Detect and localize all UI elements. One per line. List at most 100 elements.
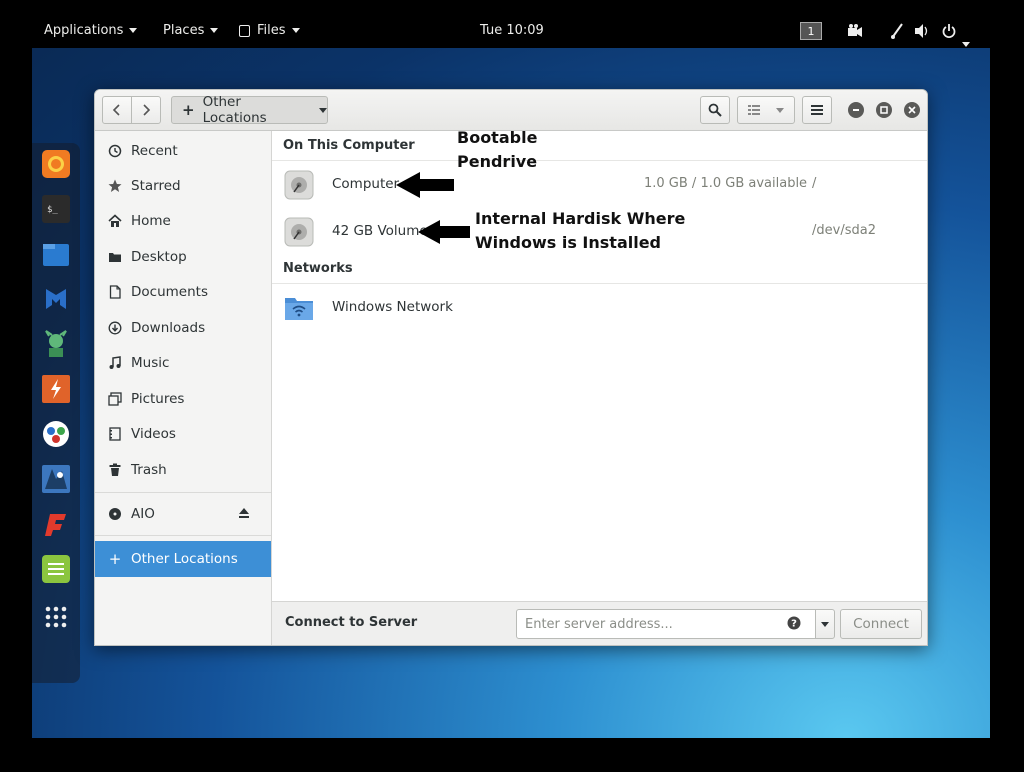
terminal-icon[interactable]: $_ (42, 195, 70, 223)
plus-icon: + (108, 550, 122, 568)
files-label: Files (257, 23, 286, 38)
sidebar-separator (95, 535, 271, 536)
places-label: Places (163, 23, 205, 38)
eject-icon[interactable] (238, 507, 250, 523)
header-bar: + Other Locations (95, 90, 927, 131)
sidebar-item-label: Downloads (131, 319, 206, 336)
drive-row-computer[interactable]: Computer 1.0 GB / 1.0 GB available / (272, 161, 927, 207)
volume-icon[interactable] (914, 14, 930, 48)
annotation-internal-disk: Internal Hardisk Where Windows is Instal… (475, 207, 685, 255)
drive-path: /dev/sda2 (812, 223, 876, 238)
sidebar-item-aio[interactable]: AIO (95, 496, 271, 532)
armitage-icon[interactable] (42, 330, 70, 358)
annotation-line: Internal Hardisk Where (475, 209, 686, 228)
annotation-line: Bootable (457, 128, 538, 147)
chevron-right-icon (143, 104, 151, 116)
faraday-icon[interactable] (42, 510, 70, 538)
notes-icon[interactable] (42, 555, 70, 583)
sidebar-item-recent[interactable]: Recent (95, 133, 271, 168)
chevron-down-icon (776, 107, 784, 113)
maltego-icon[interactable] (42, 420, 70, 448)
beef-icon[interactable] (42, 465, 70, 493)
sidebar-item-other-locations[interactable]: + Other Locations (95, 541, 271, 577)
camera-icon[interactable] (847, 14, 863, 48)
network-icon[interactable] (890, 14, 904, 48)
network-folder-icon (285, 298, 313, 320)
sidebar-item-home[interactable]: Home (95, 203, 271, 238)
menu-button[interactable] (802, 96, 832, 124)
sidebar-item-trash[interactable]: Trash (95, 452, 271, 487)
back-button[interactable] (102, 96, 132, 124)
search-icon (708, 103, 722, 117)
hard-drive-icon (284, 217, 314, 247)
drive-name: 42 GB Volume (332, 223, 428, 239)
location-label: Other Locations (202, 94, 267, 126)
maximize-button[interactable] (876, 102, 892, 118)
network-name: Windows Network (332, 299, 453, 315)
file-manager-icon[interactable] (42, 240, 70, 268)
list-view-icon (748, 105, 760, 115)
maximize-icon (880, 106, 888, 114)
chevron-down-icon (319, 107, 327, 113)
chevron-down-icon (291, 28, 300, 33)
view-options-button[interactable] (737, 96, 795, 124)
applications-label: Applications (44, 23, 124, 38)
close-button[interactable] (904, 102, 920, 118)
sidebar-item-label: AIO (131, 506, 155, 522)
search-button[interactable] (700, 96, 730, 124)
connect-to-server-label: Connect to Server (285, 615, 418, 630)
workspace-indicator[interactable]: 1 (800, 22, 822, 40)
drive-path: / (812, 176, 817, 191)
sidebar-item-starred[interactable]: Starred (95, 168, 271, 203)
download-icon (108, 321, 122, 335)
sidebar-item-pictures[interactable]: Pictures (95, 381, 271, 416)
metasploit-icon[interactable] (42, 285, 70, 313)
sidebar-item-label: Documents (131, 283, 208, 300)
minimize-icon (853, 109, 859, 111)
annotation-line: Windows is Installed (475, 233, 662, 252)
sidebar-item-downloads[interactable]: Downloads (95, 310, 271, 345)
svg-text:?: ? (791, 619, 797, 630)
drive-size: 1.0 GB / 1.0 GB available (644, 176, 808, 191)
sidebar-item-label: Pictures (131, 390, 185, 407)
sidebar-item-desktop[interactable]: Desktop (95, 239, 271, 274)
clock[interactable]: Tue 10:09 (480, 14, 544, 48)
video-icon (108, 426, 122, 441)
files-app-menu[interactable]: Files (239, 14, 300, 48)
annotation-arrow-icon (396, 172, 454, 198)
sidebar-item-label: Music (131, 354, 170, 371)
chevron-down-icon (210, 28, 219, 33)
firefox-icon[interactable] (42, 150, 70, 178)
burpsuite-icon[interactable] (42, 375, 70, 403)
show-applications-icon[interactable] (42, 603, 70, 631)
location-button[interactable]: + Other Locations (171, 94, 328, 126)
forward-button[interactable] (131, 96, 161, 124)
sidebar-item-documents[interactable]: Documents (95, 274, 271, 309)
sidebar-item-label: Trash (131, 461, 167, 478)
files-icon (239, 24, 250, 37)
server-history-dropdown[interactable] (815, 609, 835, 639)
power-icon (942, 24, 956, 38)
help-icon[interactable]: ? (787, 616, 801, 634)
main-content: On This Computer Computer 1.0 GB / 1.0 G… (272, 128, 927, 645)
sidebar-item-videos[interactable]: Videos (95, 416, 271, 451)
section-header-networks: Networks (283, 261, 353, 276)
applications-menu[interactable]: Applications (44, 14, 138, 48)
hamburger-menu-icon (811, 105, 823, 115)
disc-icon (108, 507, 122, 521)
drive-name: Computer (332, 176, 400, 192)
chevron-down-icon (129, 28, 138, 33)
places-menu[interactable]: Places (163, 14, 219, 48)
trash-icon (108, 463, 122, 477)
connect-button[interactable]: Connect (840, 609, 922, 639)
sidebar-item-music[interactable]: Music (95, 345, 271, 380)
network-row-windows[interactable]: Windows Network (272, 284, 927, 330)
server-address-input[interactable] (516, 609, 816, 639)
sidebar-item-label: Other Locations (131, 551, 238, 567)
power-menu[interactable] (942, 14, 970, 48)
minimize-button[interactable] (848, 102, 864, 118)
section-header-on-this-computer: On This Computer (283, 138, 415, 153)
star-icon (108, 179, 122, 193)
sidebar-item-label: Recent (131, 142, 178, 159)
folder-icon (108, 250, 122, 264)
